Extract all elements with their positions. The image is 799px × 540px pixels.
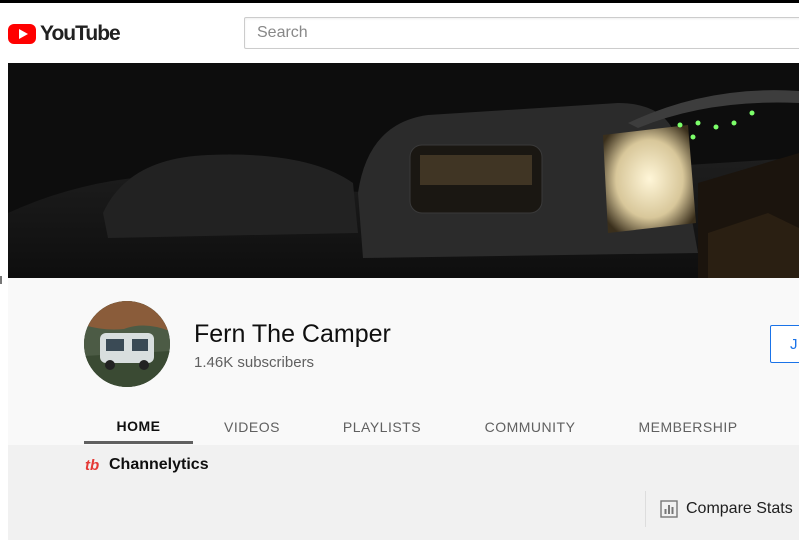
channelytics-title: Channelytics	[109, 456, 209, 473]
tab-playlists[interactable]: PLAYLISTS	[324, 402, 440, 444]
compare-stats-label: Compare Stats	[686, 500, 793, 517]
tab-videos[interactable]: VIDEOS	[202, 402, 302, 444]
compare-stats-icon	[660, 500, 678, 518]
tab-home[interactable]: HOME	[84, 402, 193, 444]
tab-membership[interactable]: MEMBERSHIP	[628, 402, 748, 444]
youtube-logo-text: YouTube	[40, 22, 121, 45]
tab-community[interactable]: COMMUNITY	[466, 402, 594, 444]
channel-avatar[interactable]	[84, 301, 170, 387]
channel-banner	[8, 63, 799, 278]
compare-stats-button[interactable]: Compare Stats	[645, 491, 799, 527]
youtube-logo[interactable]: YouTube	[8, 22, 121, 46]
youtube-logo-icon	[8, 24, 36, 44]
join-button[interactable]: J	[770, 325, 799, 363]
left-edge-marker	[0, 276, 2, 284]
channel-name: Fern The Camper	[194, 320, 391, 348]
search-input[interactable]	[244, 17, 799, 49]
masthead: YouTube	[0, 3, 799, 63]
channelytics-logo-icon: tb	[85, 457, 100, 474]
subscriber-count: 1.46K subscribers	[194, 354, 315, 371]
